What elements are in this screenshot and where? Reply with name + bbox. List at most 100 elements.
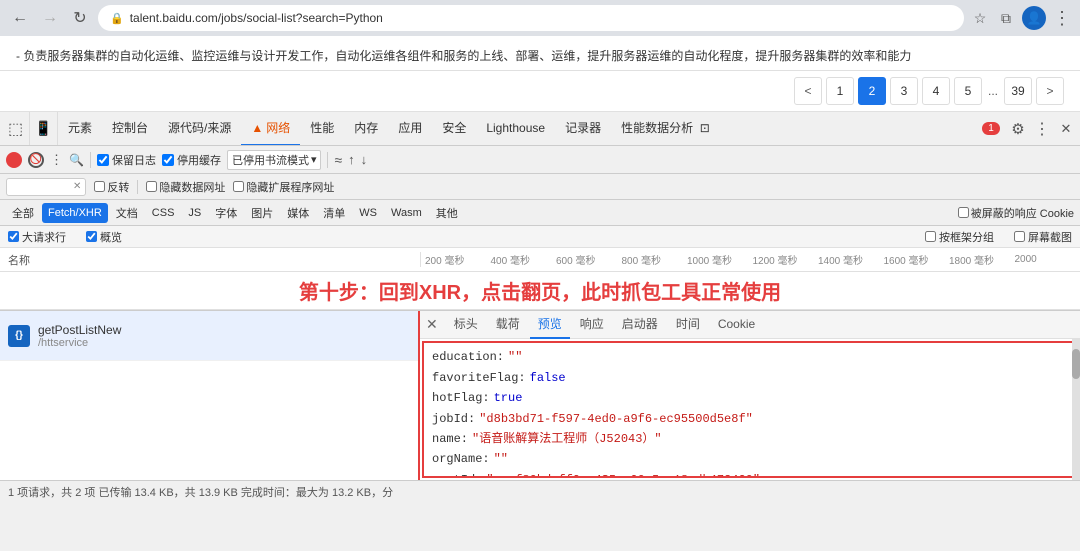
download-icon[interactable]: ↓ — [361, 152, 368, 167]
filter-type-fetch-xhr[interactable]: Fetch/XHR — [42, 203, 108, 223]
tab-recorder[interactable]: 记录器 — [555, 112, 611, 146]
page-4-button[interactable]: 4 — [922, 77, 950, 105]
page-5-button[interactable]: 5 — [954, 77, 982, 105]
reverse-label: 反转 — [107, 179, 129, 195]
screenshot-label: 屏幕截图 — [1028, 229, 1072, 245]
filter-type-ws[interactable]: WS — [353, 203, 383, 223]
response-line-orgName: orgName: "" — [432, 449, 1068, 469]
response-tab-preview[interactable]: 预览 — [530, 311, 570, 339]
hide-ext-label: 隐藏扩展程序网址 — [246, 179, 334, 195]
network-toolbar: 🚫 ⋮ 🔍 保留日志 停用缓存 已停用书流模式 ▾ ≈ ↑ ↓ — [0, 146, 1080, 174]
screenshot-checkbox[interactable]: 屏幕截图 — [1014, 229, 1072, 245]
filter-type-js[interactable]: JS — [182, 203, 207, 223]
status-text: 1 项请求，共 2 项 已传输 13.4 KB，共 13.9 KB 完成时间：最… — [8, 484, 393, 500]
response-key: hotFlag: — [432, 388, 490, 408]
nav-refresh-button[interactable]: ↻ — [68, 6, 92, 30]
timeline-label-400: 400 毫秒 — [491, 252, 557, 267]
devtools-close-button[interactable]: ✕ — [1054, 117, 1078, 141]
tab-application[interactable]: 应用 — [388, 112, 432, 146]
filter-type-all[interactable]: 全部 — [6, 203, 40, 223]
response-line-favoriteFlag: favoriteFlag: false — [432, 368, 1068, 388]
filter-type-image[interactable]: 图片 — [245, 203, 279, 223]
filter-type-other[interactable]: 其他 — [430, 203, 464, 223]
devtools-tab-bar: ⬚ 📱 元素 控制台 源代码/来源 ▲ 网络 性能 内存 应用 安全 Light… — [0, 112, 1080, 146]
response-tab-timing[interactable]: 时间 — [668, 311, 708, 339]
page-39-button[interactable]: 39 — [1004, 77, 1032, 105]
timeline-label-2000: 2000 — [1015, 254, 1080, 265]
page-3-button[interactable]: 3 — [890, 77, 918, 105]
hide-ext-checkbox[interactable]: 隐藏扩展程序网址 — [233, 179, 334, 195]
filter-type-manifest[interactable]: 清单 — [317, 203, 351, 223]
clear-button[interactable]: 🚫 — [28, 152, 44, 168]
overview-checkbox[interactable]: 概览 — [86, 229, 122, 245]
page-2-button[interactable]: 2 — [858, 77, 886, 105]
devtools-device-icon[interactable]: 📱 — [30, 112, 58, 146]
response-tab-initiator[interactable]: 启动器 — [614, 311, 666, 339]
response-panel: ✕ 标头 载荷 预览 响应 启动器 时间 Cookie education: "… — [420, 311, 1080, 480]
filter-input-wrap[interactable]: ✕ — [6, 178, 86, 196]
hide-data-urls-checkbox[interactable]: 隐藏数据网址 — [146, 179, 225, 195]
upload-icon[interactable]: ↑ — [348, 152, 355, 167]
by-frame-checkbox[interactable]: 按框架分组 — [925, 229, 994, 245]
tab-memory[interactable]: 内存 — [344, 112, 388, 146]
tab-security[interactable]: 安全 — [432, 112, 476, 146]
nav-back-button[interactable]: ← — [8, 6, 32, 30]
disable-cache-label: 停用缓存 — [177, 152, 221, 168]
step-instruction-text: 第十步：回到XHR，点击翻页，此时抓包工具正常使用 — [299, 276, 781, 305]
large-rows-checkbox[interactable]: 大请求行 — [8, 229, 66, 245]
disable-cache-checkbox[interactable]: 停用缓存 — [162, 152, 221, 168]
response-key: orgName: — [432, 449, 490, 469]
filter-divider-1 — [137, 180, 138, 194]
request-item-name: getPostListNew — [38, 323, 121, 337]
address-bar[interactable]: 🔒 talent.baidu.com/jobs/social-list?sear… — [98, 5, 964, 31]
filter-type-css[interactable]: CSS — [146, 203, 181, 223]
tab-performance[interactable]: 性能 — [300, 112, 344, 146]
devtools-more-button[interactable]: ⋮ — [1030, 117, 1054, 141]
table-row[interactable]: {} getPostListNew /httservice — [0, 311, 418, 361]
devtools-inspect-icon[interactable]: ⬚ — [2, 112, 30, 146]
response-tab-headers[interactable]: 标头 — [446, 311, 486, 339]
status-bar: 1 项请求，共 2 项 已传输 13.4 KB，共 13.9 KB 完成时间：最… — [0, 480, 1080, 502]
wifi-icon[interactable]: ≈ — [334, 152, 342, 168]
job-description: - 负责服务器集群的自动化运维、监控运维与设计开发工作，自动化运维各组件和服务的… — [16, 46, 1064, 66]
timeline-label-1200: 1200 毫秒 — [753, 252, 819, 267]
reverse-checkbox[interactable]: 反转 — [94, 179, 129, 195]
filter-input[interactable] — [11, 181, 71, 193]
next-page-button[interactable]: > — [1036, 77, 1064, 105]
timeline-label-200: 200 毫秒 — [421, 252, 491, 267]
profile-icon[interactable]: 👤 — [1022, 6, 1046, 30]
timeline-label-1000: 1000 毫秒 — [687, 252, 753, 267]
tab-lighthouse[interactable]: Lighthouse — [476, 112, 555, 146]
tab-console[interactable]: 控制台 — [102, 112, 158, 146]
nav-forward-button[interactable]: → — [38, 6, 62, 30]
filter-type-media[interactable]: 媒体 — [281, 203, 315, 223]
tab-performance-insights[interactable]: 性能数据分析 ⊡ — [611, 112, 720, 146]
filter-toggle-icon[interactable]: ⋮ — [50, 152, 63, 168]
response-tab-cookie[interactable]: Cookie — [710, 311, 763, 339]
filter-type-doc[interactable]: 文档 — [110, 203, 144, 223]
filter-type-bar: 全部 Fetch/XHR 文档 CSS JS 字体 图片 媒体 清单 WS Wa… — [0, 200, 1080, 226]
preserve-log-checkbox[interactable]: 保留日志 — [97, 152, 156, 168]
page-1-button[interactable]: 1 — [826, 77, 854, 105]
record-button[interactable] — [6, 152, 22, 168]
response-tab-payload[interactable]: 载荷 — [488, 311, 528, 339]
tab-elements[interactable]: 元素 — [58, 112, 102, 146]
scrollbar[interactable] — [1072, 339, 1080, 480]
settings-icon[interactable]: ⋮ — [1052, 8, 1072, 28]
scroll-thumb[interactable] — [1072, 349, 1080, 379]
filter-type-font[interactable]: 字体 — [209, 203, 243, 223]
response-tab-response[interactable]: 响应 — [572, 311, 612, 339]
filter-type-wasm[interactable]: Wasm — [385, 203, 428, 223]
tab-network[interactable]: ▲ 网络 — [241, 112, 300, 146]
devtools-settings-button[interactable]: ⚙ — [1006, 117, 1030, 141]
throttle-select[interactable]: 已停用书流模式 ▾ — [227, 150, 322, 170]
prev-page-button[interactable]: < — [794, 77, 822, 105]
bookmark-icon[interactable]: ☆ — [970, 8, 990, 28]
response-close-button[interactable]: ✕ — [424, 316, 440, 333]
extension-icon[interactable]: ⧉ — [996, 8, 1016, 28]
filter-clear-icon[interactable]: ✕ — [73, 181, 81, 192]
search-toggle-icon[interactable]: 🔍 — [69, 153, 84, 167]
tab-sources[interactable]: 源代码/来源 — [158, 112, 241, 146]
devtools-error-badge: 1 — [982, 122, 1000, 135]
blocked-requests-checkbox[interactable]: 被屏蔽的响应 Cookie — [958, 205, 1074, 221]
